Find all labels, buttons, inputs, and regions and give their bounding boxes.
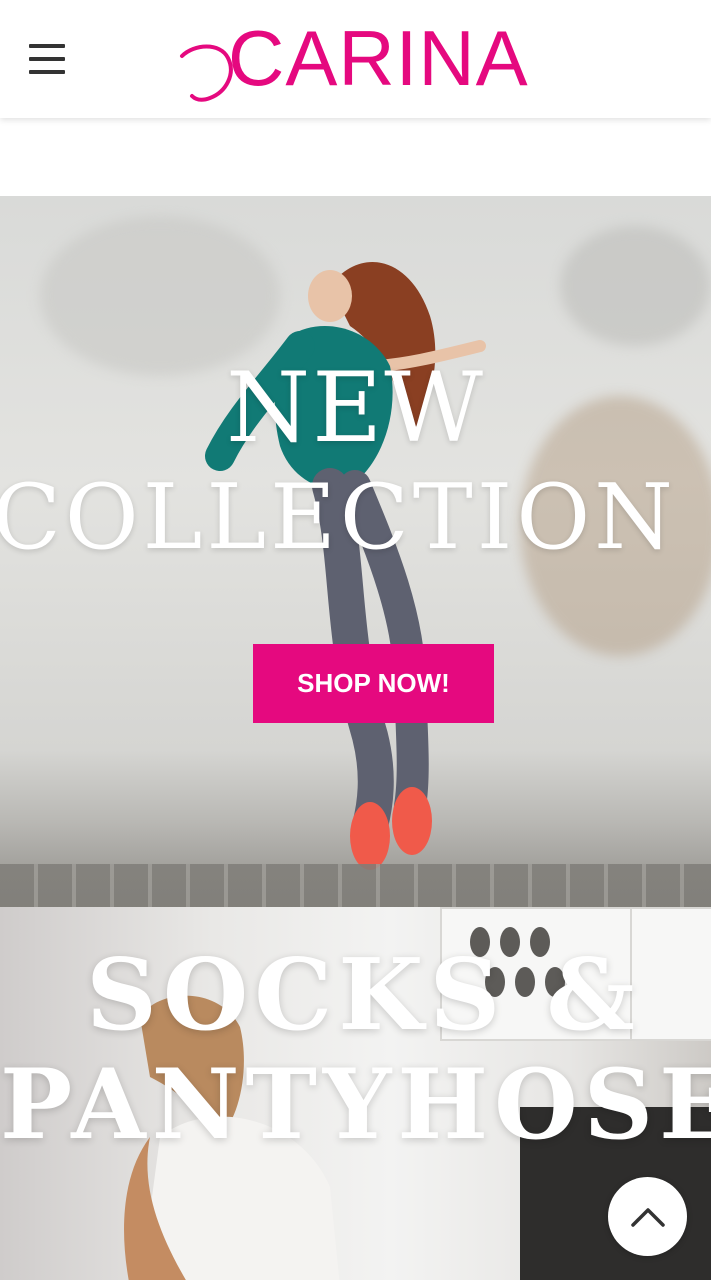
site-header: CARINA [0, 0, 711, 118]
chevron-up-icon [631, 1208, 665, 1227]
hamburger-menu-button[interactable] [22, 36, 72, 82]
hero-title-line2: COLLECTION [0, 465, 677, 570]
hero-banner-new-collection[interactable]: NEW COLLECTION SHOP NOW! [0, 196, 711, 907]
menu-bar [29, 44, 65, 48]
pavement [0, 864, 711, 907]
shop-now-button[interactable]: SHOP NOW! [253, 644, 494, 723]
menu-bar [29, 70, 65, 74]
category-banner-socks-pantyhose[interactable]: SOCKS & PANTYHOSE [0, 907, 711, 1280]
hero-title-line1: NEW [226, 352, 485, 464]
category-title-line1: SOCKS & [86, 938, 641, 1053]
menu-bar [29, 57, 65, 61]
wall-texture [560, 226, 710, 346]
logo-text: CARINA [228, 14, 529, 102]
category-title-line2: PANTYHOSE [0, 1048, 711, 1161]
carina-logo[interactable]: CARINA [176, 10, 538, 106]
scroll-to-top-button[interactable] [608, 1177, 687, 1256]
